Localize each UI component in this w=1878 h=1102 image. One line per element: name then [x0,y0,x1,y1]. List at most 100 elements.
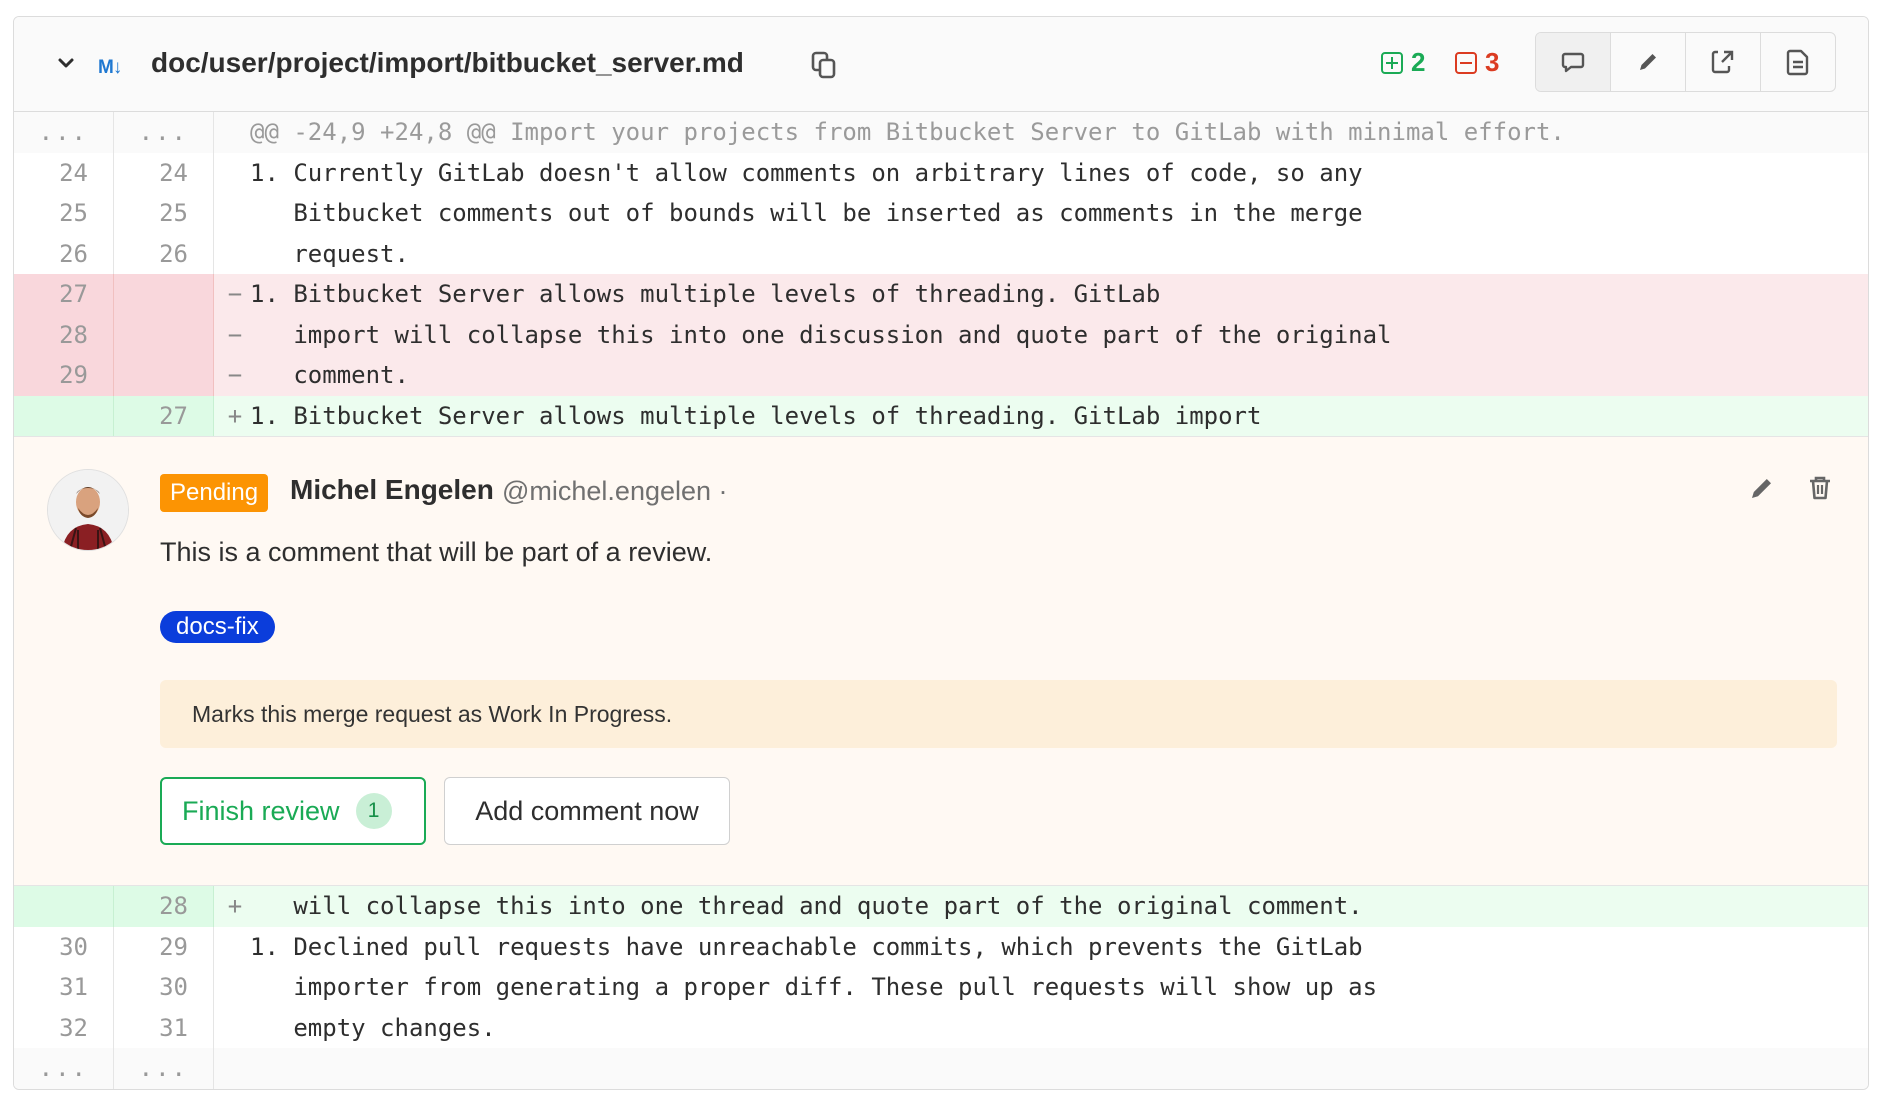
finish-review-button[interactable]: Finish review 1 [160,777,426,845]
line-content: request. [250,239,409,268]
diff-sign [214,927,250,968]
diff-lines-before: ...... @@ -24,9 +24,8 @@ Import your proj… [14,112,1868,436]
diff-lines-after: 28 + will collapse this into one thread a… [14,886,1868,1089]
diff-line: 29 − comment. [14,355,1868,396]
line-content: 1. Declined pull requests have unreachab… [250,932,1363,961]
comment-icon [1561,52,1585,73]
new-line-number[interactable]: 24 [114,152,214,193]
diff-line: 27 +1. Bitbucket Server allows multiple l… [14,395,1868,436]
diff-sign [214,153,250,194]
new-line-number[interactable]: ... [114,1048,214,1089]
lines-removed-count: 3 [1485,47,1500,77]
diff-sign [214,112,250,153]
comment-body: This is a comment that will be part of a… [160,537,713,567]
new-line-number[interactable] [114,274,214,315]
chevron-down-icon[interactable] [54,51,78,75]
new-line-number[interactable]: 29 [114,926,214,967]
old-line-number[interactable]: ... [14,1048,114,1089]
old-line-number[interactable]: 30 [14,926,114,967]
file-header: M↓ doc/user/project/import/bitbucket_ser… [14,17,1868,112]
old-line-number[interactable]: 25 [14,193,114,234]
old-line-number[interactable]: 27 [14,274,114,315]
markdown-icon: M↓ [98,57,122,78]
diff-line: 26 26 request. [14,233,1868,275]
lines-added-count: 2 [1411,47,1426,77]
line-content: will collapse this into one thread and q… [250,892,1363,920]
line-content: comment. [250,361,409,389]
diff-line: 28 − import will collapse this into one d… [14,314,1868,355]
new-line-number[interactable] [114,314,214,355]
line-content: import will collapse this into one discu… [250,320,1392,349]
edit-file-button[interactable] [1610,33,1685,91]
plus-square-icon [1381,51,1403,74]
old-line-number[interactable]: 28 [14,314,114,355]
diff-sign [214,193,250,234]
line-content: 1. Currently GitLab doesn't allow commen… [250,158,1363,187]
lines-added-stat: 2 [1381,47,1425,78]
diff-line: 24 24 1. Currently GitLab doesn't allow co… [14,152,1868,194]
old-line-number[interactable]: 29 [14,355,114,396]
diff-line: 27 −1. Bitbucket Server allows multiple l… [14,274,1868,315]
diff-line: ...... @@ -24,9 +24,8 @@ Import your proj… [14,112,1868,153]
diff-sign: + [227,892,243,920]
view-raw-button[interactable] [1760,33,1835,91]
draft-note: Pending Michel Engelen @michel.engelen ·… [14,436,1868,886]
diff-sign [214,967,250,1008]
diff-line: 32 31 empty changes. [14,1007,1868,1049]
file-actions [1535,32,1836,92]
new-line-number[interactable]: 26 [114,233,214,274]
diff-line: 25 25 Bitbucket comments out of bounds wi… [14,193,1868,234]
minus-square-icon [1455,51,1477,74]
line-content: empty changes. [250,1013,496,1042]
pencil-icon [1640,54,1656,70]
old-line-number[interactable]: 24 [14,152,114,193]
new-line-number[interactable]: 30 [114,967,214,1008]
line-content: Bitbucket comments out of bounds will be… [250,199,1363,227]
diff-line: 28 + will collapse this into one thread a… [14,886,1868,927]
finish-review-label: Finish review [182,795,340,826]
line-content: importer from generating a proper diff. … [250,973,1378,1001]
diff-line: 31 30 importer from generating a proper d… [14,967,1868,1008]
new-line-number[interactable]: ... [114,112,214,153]
diff-sign [214,1008,250,1049]
view-file-button[interactable] [1685,33,1760,91]
line-content: @@ -24,9 +24,8 @@ Import your projects f… [250,118,1565,146]
toggle-comments-button[interactable] [1536,33,1610,91]
line-content: 1. Bitbucket Server allows multiple leve… [250,280,1161,308]
diff-sign [214,234,250,275]
file-icon [1786,49,1809,76]
new-line-number[interactable]: 27 [114,395,214,436]
new-line-number[interactable]: 28 [114,886,214,927]
edit-comment-icon[interactable] [1747,473,1777,503]
file-path[interactable]: doc/user/project/import/bitbucket_server… [151,47,744,79]
line-content: 1. Bitbucket Server allows multiple leve… [250,401,1262,430]
old-line-number[interactable]: 32 [14,1007,114,1048]
diff-sign [214,1048,250,1089]
diff-sign: + [227,401,243,430]
diff-sign: − [227,361,243,389]
lines-removed-stat: 3 [1455,47,1499,78]
old-line-number[interactable] [14,395,114,436]
old-line-number[interactable]: ... [14,112,114,153]
diff-file: M↓ doc/user/project/import/bitbucket_ser… [13,16,1869,1090]
wip-notice: Marks this merge request as Work In Prog… [160,680,1837,748]
draft-count-badge: 1 [355,793,392,829]
author-name[interactable]: Michel Engelen [290,474,494,506]
old-line-number[interactable]: 31 [14,967,114,1008]
new-line-number[interactable] [114,355,214,396]
author-handle[interactable]: @michel.engelen · [502,476,728,507]
add-comment-now-button[interactable]: Add comment now [444,777,730,845]
trash-icon[interactable] [1805,473,1835,503]
new-line-number[interactable]: 25 [114,193,214,234]
old-line-number[interactable]: 26 [14,233,114,274]
external-link-icon [1711,50,1734,74]
diff-sign: − [227,320,243,349]
copy-icon[interactable] [809,50,839,80]
avatar[interactable] [47,469,129,551]
diff-line: 30 29 1. Declined pull requests have unrea… [14,926,1868,968]
scoped-label[interactable]: docs-fix [160,611,275,643]
old-line-number[interactable] [14,886,114,927]
new-line-number[interactable]: 31 [114,1007,214,1048]
diff-line: ...... [14,1048,1868,1089]
pending-badge: Pending [160,474,269,512]
